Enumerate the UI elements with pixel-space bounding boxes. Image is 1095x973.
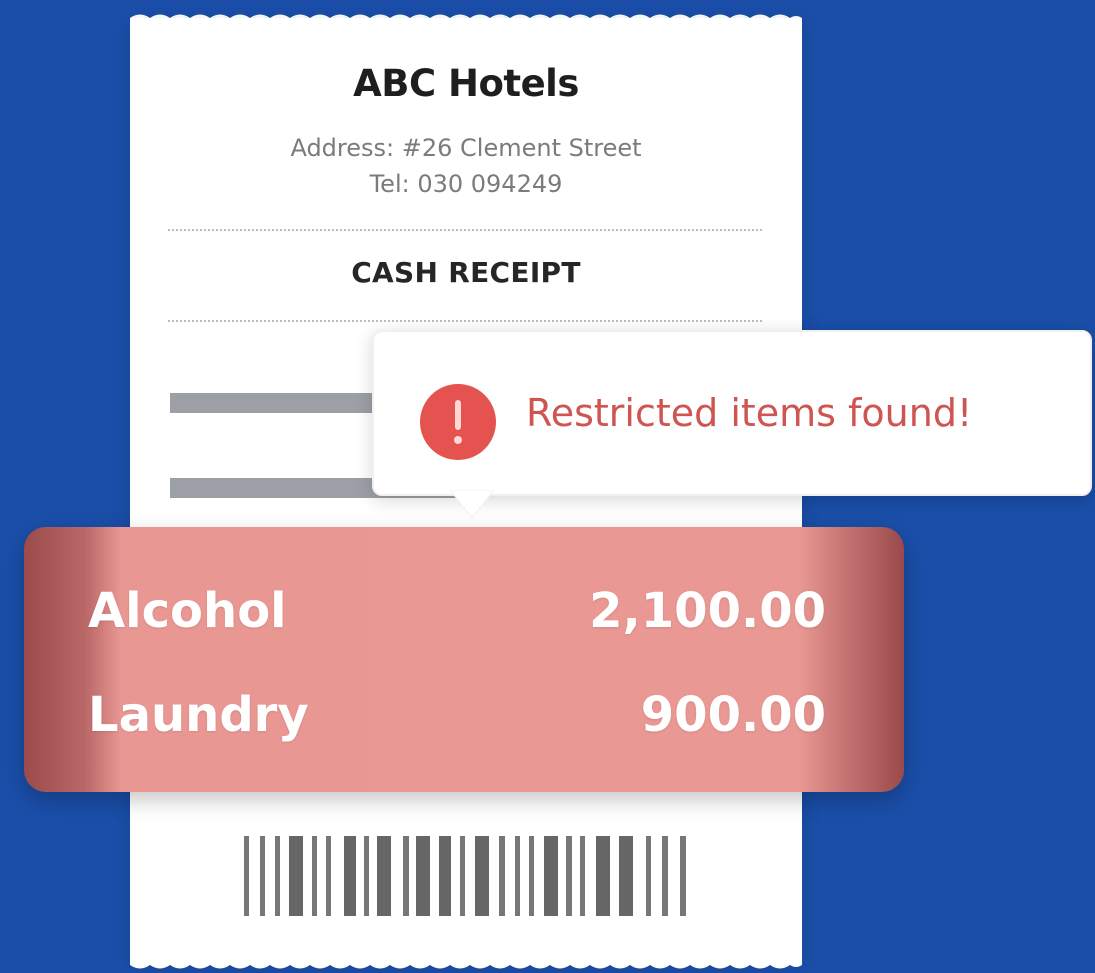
item-name: Alcohol (88, 583, 287, 639)
hotel-address: Address: #26 Clement Street (290, 134, 642, 162)
item-name: Laundry (88, 687, 309, 743)
barcode-icon (244, 836, 686, 916)
receipt-bottom-edge (130, 958, 802, 969)
hotel-name: ABC Hotels (353, 62, 579, 105)
dotted-divider (168, 229, 762, 231)
restricted-item-row: Alcohol 2,100.00 (88, 583, 826, 639)
item-amount: 2,100.00 (589, 583, 826, 639)
hotel-phone: Tel: 030 094249 (369, 170, 563, 198)
item-amount: 900.00 (640, 687, 826, 743)
restricted-items-panel: Alcohol 2,100.00 Laundry 900.00 (24, 527, 904, 792)
dotted-divider (168, 320, 762, 322)
alert-message: Restricted items found! (526, 391, 973, 435)
receipt-title: CASH RECEIPT (351, 256, 581, 289)
alert-pointer (450, 490, 494, 519)
restricted-item-row: Laundry 900.00 (88, 687, 826, 743)
exclamation-icon (420, 384, 496, 460)
